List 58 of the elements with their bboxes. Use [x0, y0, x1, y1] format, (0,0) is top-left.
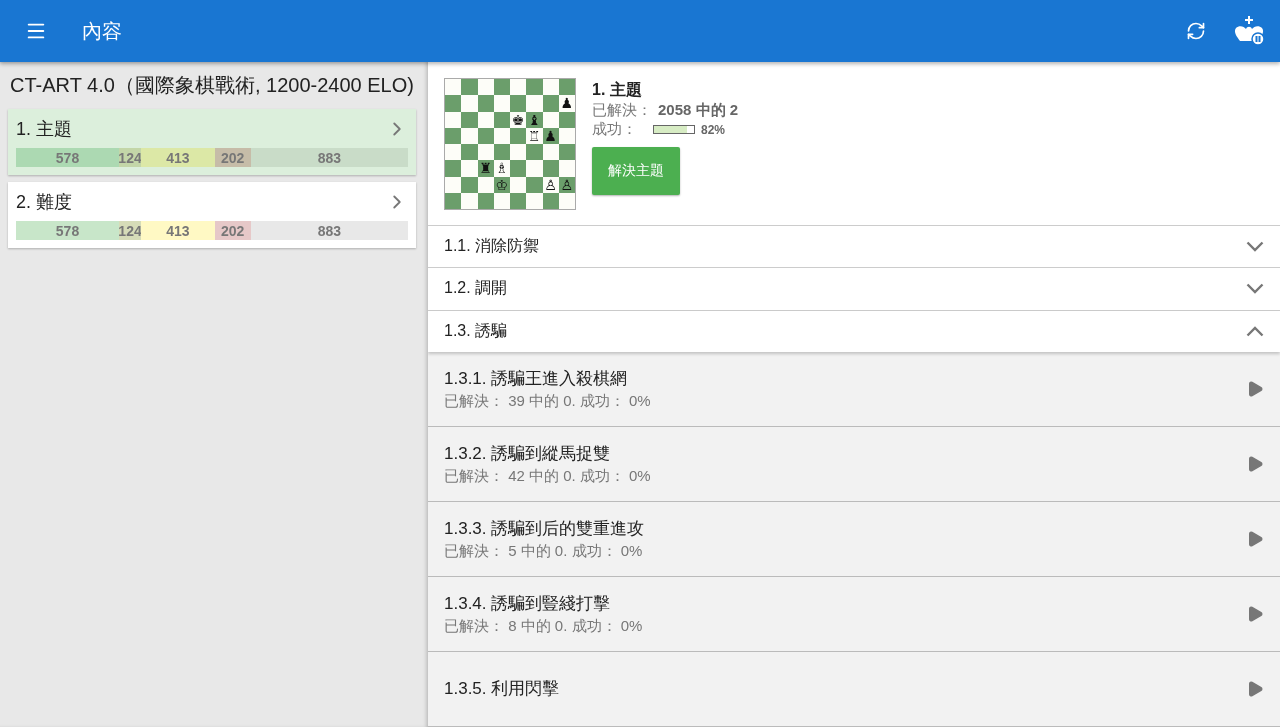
play-icon [1246, 680, 1264, 698]
progress-segment: 124 [119, 148, 142, 167]
chess-piece: ♝ [528, 112, 541, 127]
success-reading: 82% [701, 122, 726, 137]
exercise-row[interactable]: 1.3.3. 誘騙到后的雙重進攻 已解決： 5 中的 0. 成功： 0% [428, 502, 1280, 577]
exercise-title: 1.3.3. 誘騙到后的雙重進攻 [444, 518, 645, 540]
progress-segment: 578 [16, 148, 119, 167]
progress-segment: 202 [214, 221, 251, 240]
play-icon [1246, 455, 1264, 473]
chess-piece: ♜ [479, 161, 492, 176]
course-title: CT-ART 4.0（國際象棋戰術, 1200-2400 ELO) [9, 73, 415, 98]
exercise-stats: 已解決： 8 中的 0. 成功： 0% [444, 617, 643, 636]
play-icon [1246, 380, 1264, 398]
chess-piece: ♙ [560, 177, 574, 192]
exercise-title: 1.3.4. 誘騙到豎綫打擊 [444, 593, 612, 615]
section-label: 1.2. 調開 [444, 278, 508, 299]
solved-value: 2058 中的 2 [658, 101, 739, 120]
exercise-row[interactable]: 1.3.5. 利用閃擊 [428, 652, 1280, 727]
chess-piece: ♚ [511, 112, 525, 127]
section-label: 1.1. 消除防禦 [444, 236, 540, 257]
exercise-stats: 已解決： 42 中的 0. 成功： 0% [444, 467, 651, 486]
exercise-title: 1.3.5. 利用閃擊 [444, 678, 560, 701]
chess-piece: ♔ [495, 177, 509, 192]
exercise-stats: 已解決： 5 中的 0. 成功： 0% [444, 542, 644, 561]
chapter-card[interactable]: 2. 難度 578 124 413 202 883 [8, 182, 416, 248]
exercise-row[interactable]: 1.3.4. 誘騙到豎綫打擊 已解決： 8 中的 0. 成功： 0% [428, 577, 1280, 652]
app-title: 內容 [82, 18, 123, 44]
exercise-row[interactable]: 1.3.2. 誘騙到縱馬捉雙 已解決： 42 中的 0. 成功： 0% [428, 427, 1280, 502]
chess-piece: ♗ [495, 161, 509, 176]
section-header[interactable]: 1.2. 調開 [428, 268, 1280, 311]
progress-segment: 883 [250, 221, 408, 240]
section-label: 1.3. 誘騙 [444, 320, 508, 341]
crown-icon[interactable] [1232, 14, 1266, 48]
progress-segment: 413 [141, 221, 215, 240]
chapter-card[interactable]: 1. 主題 578 124 413 202 883 [8, 109, 416, 175]
chapter-label: 1. 主題 [16, 118, 72, 141]
progress-segment: 578 [16, 221, 119, 240]
exercise-title: 1.3.2. 誘騙到縱馬捉雙 [444, 443, 612, 465]
section-header[interactable]: 1.1. 消除防禦 [428, 226, 1280, 269]
exercise-title: 1.3.1. 誘騙王進入殺棋網 [444, 368, 629, 390]
exercise-stats: 已解決： 39 中的 0. 成功： 0% [444, 392, 651, 411]
chess-piece: ♟ [544, 128, 557, 143]
chess-piece: ♟ [560, 96, 574, 111]
progress-segment: 883 [250, 148, 408, 167]
success-label: 成功： [592, 120, 637, 139]
solved-label: 已解決： [592, 101, 652, 120]
section-header[interactable]: 1.3. 誘騙 [428, 310, 1280, 352]
exercise-row[interactable]: 1.3.1. 誘騙王進入殺棋網 已解決： 39 中的 0. 成功： 0% [428, 352, 1280, 427]
progress-segment: 413 [141, 148, 215, 167]
theme-title: 1. 主題 [592, 80, 643, 100]
progress-segment: 124 [119, 221, 142, 240]
success-meter [653, 125, 695, 134]
chapter-label: 2. 難度 [16, 191, 72, 214]
play-icon [1246, 605, 1264, 623]
progress-segment: 202 [214, 148, 251, 167]
chess-piece: ♙ [544, 177, 557, 192]
play-icon [1246, 530, 1264, 548]
chess-piece: ♖ [528, 128, 541, 143]
